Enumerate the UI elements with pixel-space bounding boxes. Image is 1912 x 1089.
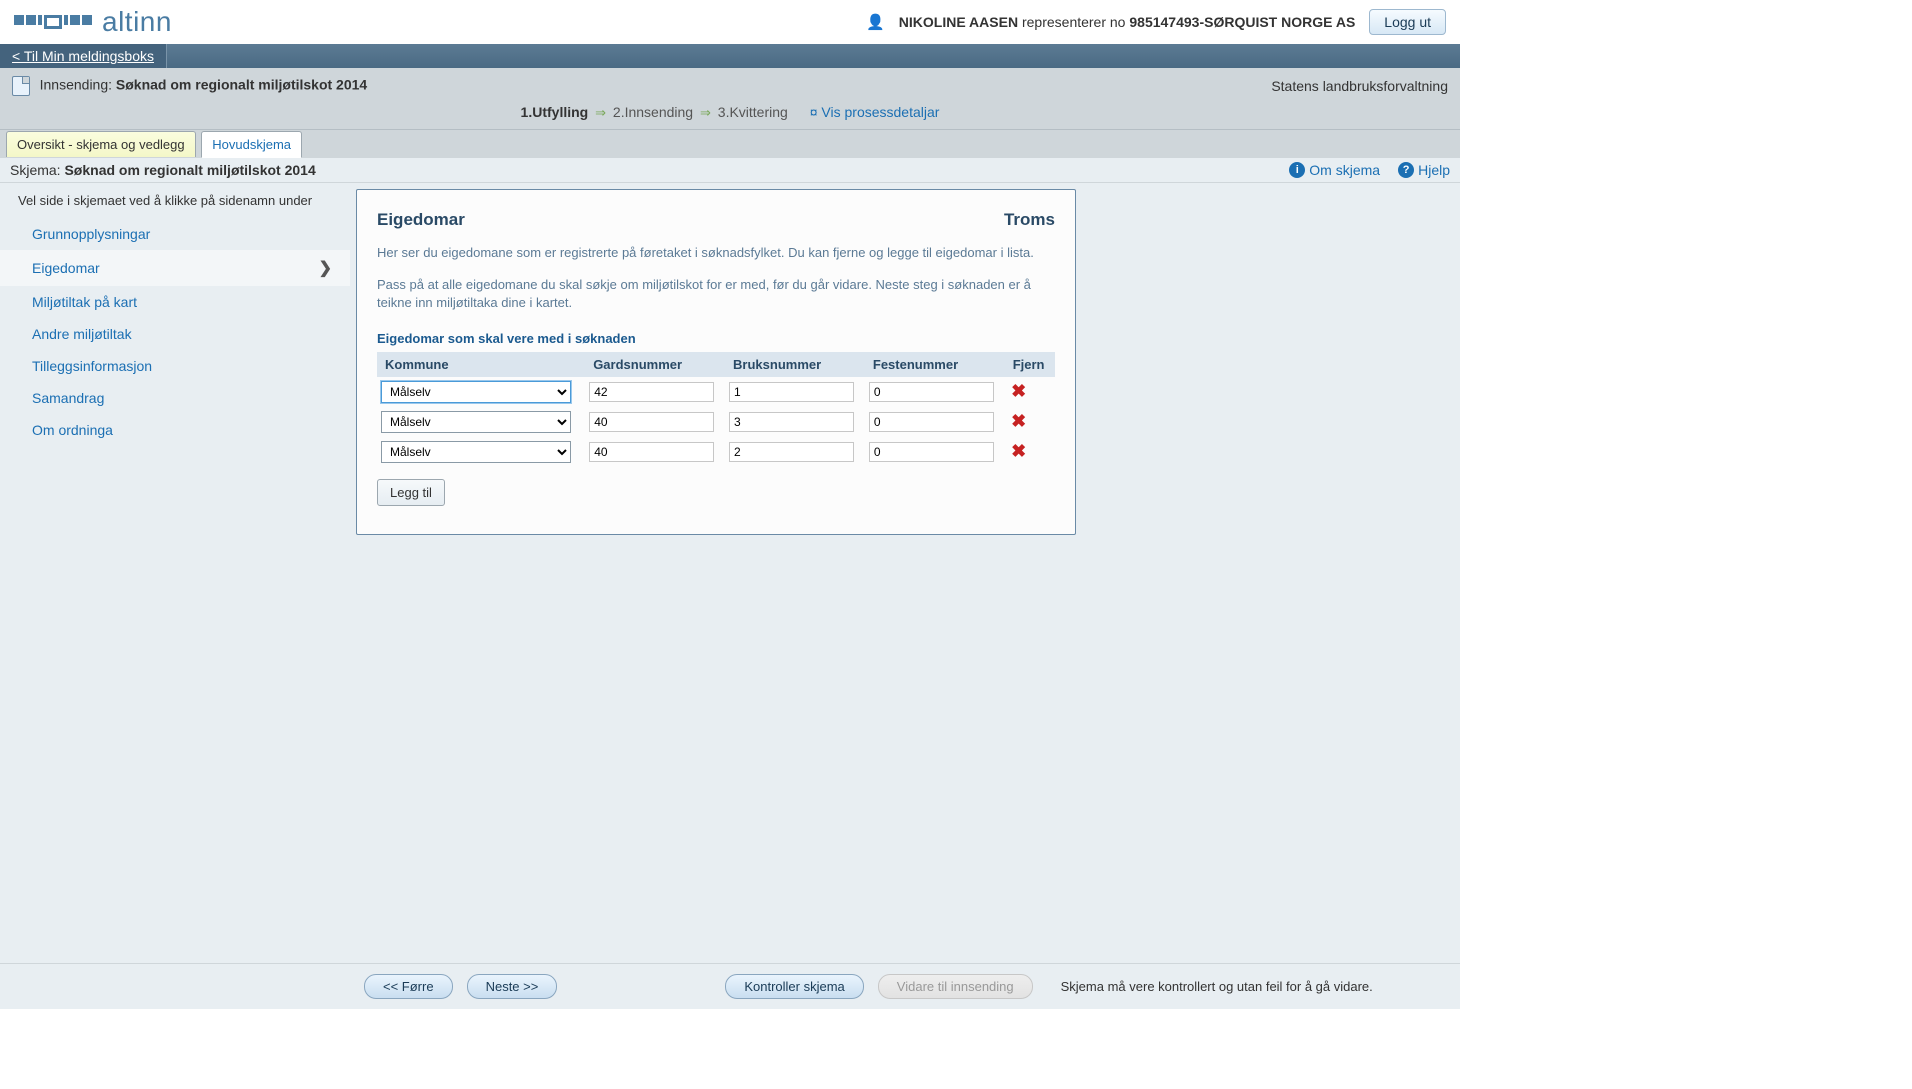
- sidebar-intro: Vel side i skjemaet ved å klikke på side…: [0, 193, 350, 218]
- inbox-link[interactable]: < Til Min meldingsboks: [0, 44, 167, 68]
- nav-eigedomar-label: Eigedomar: [32, 260, 100, 276]
- sidebar: Vel side i skjemaet ved å klikke på side…: [0, 183, 350, 963]
- process-steps: 1.Utfylling ⇒ 2.Innsending ⇒ 3.Kvitterin…: [12, 104, 1448, 121]
- kommune-select[interactable]: Målselv: [381, 411, 571, 433]
- arrow-icon: ⇒: [595, 105, 606, 120]
- kommune-select[interactable]: Målselv: [381, 441, 571, 463]
- kommune-select[interactable]: Målselv: [381, 381, 571, 403]
- chevron-right-icon: ❯: [319, 258, 332, 278]
- header: altinn 👤 NIKOLINE AASEN representerer no…: [0, 0, 1460, 44]
- col-kommune: Kommune: [377, 352, 585, 377]
- nav-tilleggsinformasjon[interactable]: Tilleggsinformasjon: [0, 350, 350, 382]
- nav-andre-miljotiltak[interactable]: Andre miljøtiltak: [0, 318, 350, 350]
- user-text: NIKOLINE AASEN representerer no 98514749…: [899, 14, 1355, 30]
- user-area: 👤 NIKOLINE AASEN representerer no 985147…: [866, 9, 1446, 35]
- logo-icon: [14, 15, 92, 29]
- info-icon: i: [1289, 162, 1305, 178]
- table-subheading: Eigedomar som skal vere med i søknaden: [377, 331, 1055, 346]
- schema-title: Søknad om regionalt miljøtilskot 2014: [64, 162, 315, 178]
- tab-main-form[interactable]: Hovudskjema: [201, 131, 302, 158]
- logout-button[interactable]: Logg ut: [1369, 9, 1446, 35]
- form-heading: Eigedomar: [377, 210, 465, 230]
- nav-samandrag[interactable]: Samandrag: [0, 382, 350, 414]
- nav-om-ordninga[interactable]: Om ordninga: [0, 414, 350, 446]
- schema-title-left: Skjema: Søknad om regionalt miljøtilskot…: [10, 162, 316, 178]
- gard-input[interactable]: [589, 412, 714, 432]
- col-feste: Festenummer: [865, 352, 1005, 377]
- represents-text: representerer no: [1022, 14, 1126, 30]
- schema-prefix: Skjema:: [10, 162, 61, 178]
- col-bruk: Bruksnummer: [725, 352, 865, 377]
- feste-input[interactable]: [869, 442, 994, 462]
- submission-prefix: Innsending:: [40, 76, 112, 92]
- step-3: 3.Kvittering: [718, 104, 788, 120]
- logo-area: altinn: [14, 6, 172, 38]
- properties-table: Kommune Gardsnummer Bruksnummer Festenum…: [377, 352, 1055, 467]
- check-schema-button[interactable]: Kontroller skjema: [725, 974, 863, 999]
- body-wrap: Vel side i skjemaet ved å klikke på side…: [0, 183, 1460, 963]
- remove-row-button[interactable]: ✖: [1009, 381, 1029, 402]
- prev-button[interactable]: << Førre: [364, 974, 453, 999]
- add-property-button[interactable]: Legg til: [377, 479, 445, 506]
- remove-row-button[interactable]: ✖: [1009, 441, 1029, 462]
- document-icon: [12, 76, 30, 96]
- org-text: 985147493-SØRQUIST NORGE AS: [1129, 14, 1355, 30]
- submission-title: Søknad om regionalt miljøtilskot 2014: [116, 76, 367, 92]
- next-button[interactable]: Neste >>: [467, 974, 558, 999]
- intro-text-2: Pass på at alle eigedomane du skal søkje…: [377, 276, 1055, 312]
- col-fjern: Fjern: [1005, 352, 1055, 377]
- agency-name: Statens landbruksforvaltning: [1271, 78, 1448, 94]
- bruk-input[interactable]: [729, 382, 854, 402]
- nav-miljotiltak-kart[interactable]: Miljøtiltak på kart: [0, 286, 350, 318]
- nav-grunnopplysningar[interactable]: Grunnopplysningar: [0, 218, 350, 250]
- tabs-row: Oversikt - skjema og vedlegg Hovudskjema: [0, 129, 1460, 157]
- table-row: Målselv ✖: [377, 437, 1055, 467]
- nav-buttons: << Førre Neste >>: [364, 974, 557, 999]
- bottom-note: Skjema må vere kontrollert og utan feil …: [1061, 979, 1373, 994]
- about-label: Om skjema: [1309, 162, 1380, 178]
- help-link[interactable]: ? Hjelp: [1398, 162, 1450, 178]
- feste-input[interactable]: [869, 382, 994, 402]
- user-name: NIKOLINE AASEN: [899, 14, 1018, 30]
- arrow-icon: ⇒: [700, 105, 711, 120]
- control-buttons: Kontroller skjema Vidare til innsending: [725, 974, 1032, 999]
- remove-row-button[interactable]: ✖: [1009, 411, 1029, 432]
- col-gard: Gardsnummer: [585, 352, 725, 377]
- form-box: Eigedomar Troms Her ser du eigedomane so…: [356, 189, 1076, 535]
- nav-eigedomar[interactable]: Eigedomar ❯: [0, 250, 350, 286]
- bruk-input[interactable]: [729, 412, 854, 432]
- table-row: Målselv ✖: [377, 407, 1055, 437]
- gard-input[interactable]: [589, 382, 714, 402]
- submission-left: Innsending: Søknad om regionalt miljøtil…: [12, 76, 367, 96]
- submission-label: Innsending: Søknad om regionalt miljøtil…: [40, 76, 368, 92]
- step-2: 2.Innsending: [613, 104, 693, 120]
- brand-text: altinn: [102, 6, 172, 38]
- user-icon: 👤: [866, 13, 885, 31]
- help-label: Hjelp: [1418, 162, 1450, 178]
- feste-input[interactable]: [869, 412, 994, 432]
- bottom-bar: << Førre Neste >> Kontroller skjema Vida…: [0, 963, 1460, 1009]
- process-details-link[interactable]: Vis prosessdetaljar: [810, 104, 940, 120]
- forward-button: Vidare til innsending: [878, 974, 1033, 999]
- intro-text-1: Her ser du eigedomane som er registrerte…: [377, 244, 1055, 262]
- help-links: i Om skjema ? Hjelp: [1289, 162, 1450, 178]
- form-head: Eigedomar Troms: [377, 210, 1055, 230]
- top-link-bar: < Til Min meldingsboks: [0, 44, 1460, 68]
- tab-overview[interactable]: Oversikt - skjema og vedlegg: [6, 131, 196, 157]
- schema-title-bar: Skjema: Søknad om regionalt miljøtilskot…: [0, 157, 1460, 183]
- help-icon: ?: [1398, 162, 1414, 178]
- bruk-input[interactable]: [729, 442, 854, 462]
- about-schema-link[interactable]: i Om skjema: [1289, 162, 1380, 178]
- table-row: Målselv ✖: [377, 377, 1055, 407]
- submission-bar: Innsending: Søknad om regionalt miljøtil…: [0, 68, 1460, 157]
- region-name: Troms: [1004, 210, 1055, 230]
- main-panel: Eigedomar Troms Her ser du eigedomane so…: [350, 183, 1460, 963]
- gard-input[interactable]: [589, 442, 714, 462]
- step-1: 1.Utfylling: [521, 104, 589, 120]
